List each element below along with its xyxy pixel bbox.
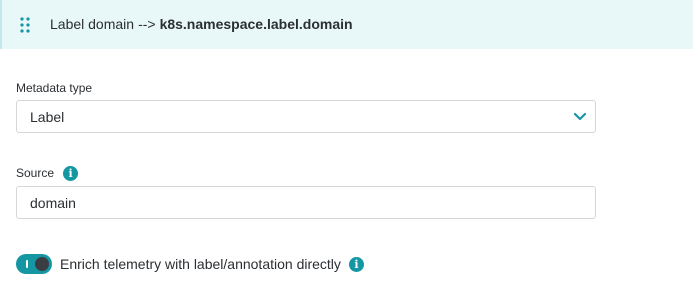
toggle-on-mark [26, 260, 28, 268]
chevron-down-icon[interactable] [573, 111, 587, 123]
rule-title: Label domain --> k8s.namespace.label.domai… [50, 16, 353, 33]
enrich-info-icon[interactable]: i [348, 256, 364, 272]
source-info-icon[interactable]: i [63, 165, 79, 181]
rule-header[interactable]: Label domain --> k8s.namespace.label.domai… [0, 0, 693, 49]
enrich-toggle-label: Enrich telemetry with label/annotation d… [60, 256, 341, 272]
rule-title-prefix: Label domain [50, 16, 135, 32]
enrich-toggle[interactable] [16, 254, 52, 274]
toggle-knob [35, 257, 49, 271]
source-label: Source [16, 166, 55, 180]
enrich-toggle-row: Enrich telemetry with label/annotation d… [16, 254, 364, 274]
metadata-type-select[interactable]: Label [16, 100, 596, 133]
source-label-row: Source i [16, 165, 79, 181]
metadata-type-label: Metadata type [16, 81, 93, 95]
source-input[interactable] [16, 186, 596, 219]
rule-title-target: k8s.namespace.label.domain [159, 16, 353, 32]
metadata-rule-panel: Label domain --> k8s.namespace.label.domai… [0, 0, 693, 298]
metadata-type-value: Label [30, 109, 65, 125]
drag-handle-icon[interactable] [20, 17, 30, 33]
rule-title-arrow: --> [138, 16, 156, 32]
